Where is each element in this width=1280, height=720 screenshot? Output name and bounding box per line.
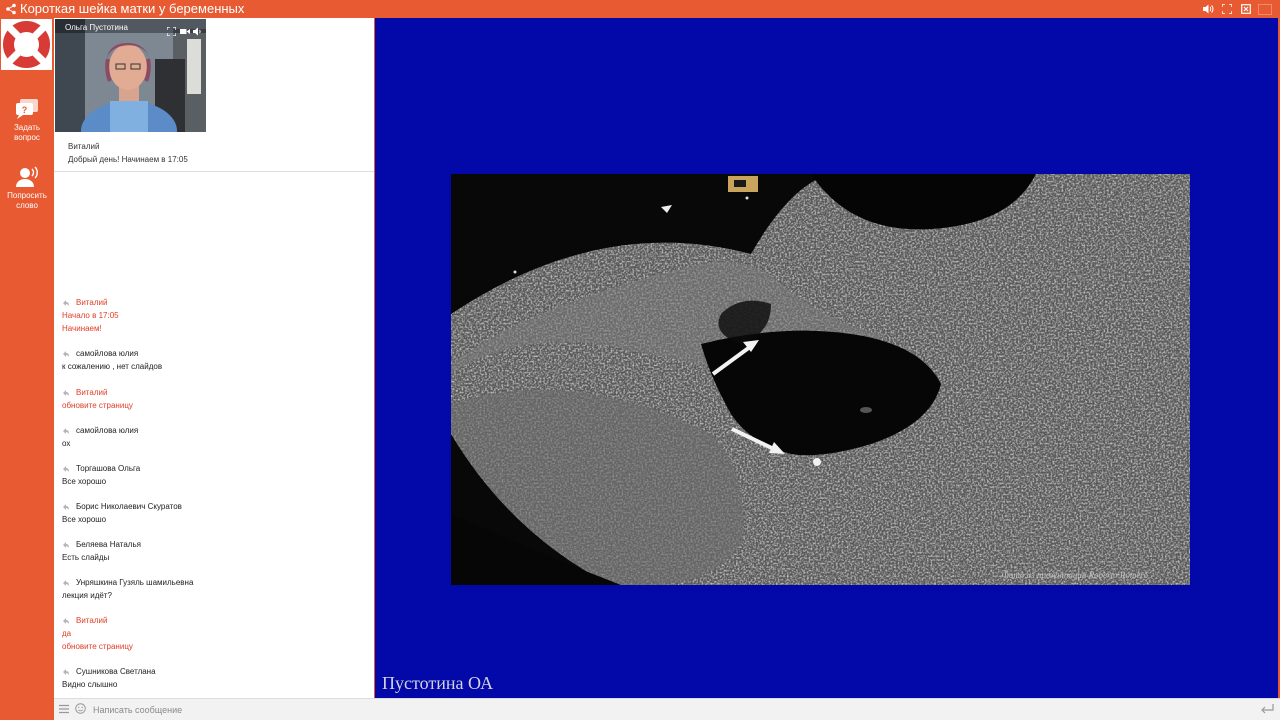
exit-icon[interactable] bbox=[1239, 2, 1253, 16]
presenter-name: Ольга Пустотина bbox=[65, 23, 128, 32]
chat-author: Виталий bbox=[76, 298, 108, 307]
chat-text: обновите страницу bbox=[62, 401, 133, 410]
reply-icon[interactable] bbox=[62, 668, 70, 676]
pinned-text: Добрый день! Начинаем в 17:05 bbox=[68, 155, 188, 164]
chat-message: Виталий Начало в 17:05 Начинаем! bbox=[62, 296, 362, 335]
chat-text: ох bbox=[62, 439, 71, 448]
chat-message-header: самойлова юлия bbox=[62, 347, 362, 360]
chat-text: к сожалению , нет слайдов bbox=[62, 362, 163, 371]
chat-author: Борис Николаевич Скуратов bbox=[76, 502, 182, 511]
reply-icon[interactable] bbox=[62, 427, 70, 435]
chat-text: Начинаем! bbox=[62, 324, 102, 333]
message-input[interactable] bbox=[91, 700, 1245, 720]
message-composer bbox=[54, 698, 1280, 720]
chat-author: Беляева Наталья bbox=[76, 540, 141, 549]
reply-icon[interactable] bbox=[62, 465, 70, 473]
chat-author: Виталий bbox=[76, 616, 108, 625]
chat-message-header: самойлова юлия bbox=[62, 424, 362, 437]
chat-message-header: Унряшкина Гузяль шамильевна bbox=[62, 576, 362, 589]
chat-author: самойлова юлия bbox=[76, 426, 139, 435]
menu-icon[interactable] bbox=[59, 704, 69, 714]
share-icon[interactable] bbox=[5, 3, 17, 15]
ultrasound-picture bbox=[451, 174, 1190, 585]
chat-text: обновите страницу bbox=[62, 642, 133, 651]
fullscreen-small-icon[interactable] bbox=[166, 23, 177, 37]
chat-panel: Ольга Пустотина Виталий Добрый день! Нач… bbox=[54, 18, 374, 698]
chat-message-header: Торгашова Ольга bbox=[62, 462, 362, 475]
chat-message: Беляева Наталья Есть слайды bbox=[62, 538, 362, 564]
chat-message: Унряшкина Гузяль шамильевна лекция идёт? bbox=[62, 576, 362, 602]
chat-message-header: Виталий bbox=[62, 614, 362, 627]
chat-author: самойлова юлия bbox=[76, 349, 139, 358]
chat-text: Все хорошо bbox=[62, 477, 107, 486]
chat-text: Начало в 17:05 bbox=[62, 311, 119, 320]
ultrasound-image: Фото из презентации Roberto Romero bbox=[451, 174, 1190, 585]
chat-message-header: Виталий bbox=[62, 386, 362, 399]
speaker-person-icon bbox=[16, 166, 38, 187]
chat-message-header: Виталий bbox=[62, 296, 362, 309]
photo-credit: Фото из презентации Roberto Romero bbox=[1001, 570, 1148, 580]
chat-message: самойлова юлия ох bbox=[62, 424, 362, 450]
svg-text:?: ? bbox=[22, 105, 28, 115]
chat-text: лекция идёт? bbox=[62, 591, 112, 600]
chat-message: самойлова юлия к сожалению , нет слайдов bbox=[62, 347, 362, 373]
send-icon[interactable] bbox=[1261, 703, 1274, 715]
question-bubble-icon: ? bbox=[16, 99, 38, 119]
fullscreen-icon[interactable] bbox=[1220, 2, 1234, 16]
chat-text: Все хорошо bbox=[62, 515, 107, 524]
divider bbox=[54, 171, 374, 172]
reply-icon[interactable] bbox=[62, 617, 70, 625]
chat-message: Виталий да обновите страницу bbox=[62, 614, 362, 653]
ask-question-label: Задать вопрос bbox=[13, 123, 41, 142]
chat-text: да bbox=[62, 629, 72, 638]
chat-author: Унряшкина Гузяль шамильевна bbox=[76, 578, 194, 587]
window-controls bbox=[1201, 2, 1272, 16]
slide-caption: Пустотина ОА bbox=[382, 673, 494, 693]
sound-icon[interactable] bbox=[193, 23, 202, 36]
reply-icon[interactable] bbox=[62, 503, 70, 511]
chat-author: Виталий bbox=[76, 388, 108, 397]
chat-message: Виталий обновите страницу bbox=[62, 386, 362, 412]
chat-message-header: Беляева Наталья bbox=[62, 538, 362, 551]
chat-text: Есть слайды bbox=[62, 553, 110, 562]
chat-author: Сушникова Светлана bbox=[76, 667, 156, 676]
left-rail: ? Задать вопрос Попросить слово bbox=[0, 18, 54, 720]
pinned-message: Виталий Добрый день! Начинаем в 17:05 bbox=[68, 140, 188, 166]
presenter-video[interactable]: Ольга Пустотина bbox=[55, 19, 206, 132]
pinned-author: Виталий bbox=[68, 142, 100, 151]
reply-icon[interactable] bbox=[62, 389, 70, 397]
ask-question-button[interactable]: ? Задать вопрос bbox=[0, 98, 54, 143]
request-floor-button[interactable]: Попросить слово bbox=[0, 166, 54, 211]
chat-message: Торгашова Ольга Все хорошо bbox=[62, 462, 362, 488]
chat-message: Сушникова Светлана Видно слышно bbox=[62, 665, 362, 691]
reply-icon[interactable] bbox=[62, 541, 70, 549]
emoji-icon[interactable] bbox=[75, 703, 86, 714]
slide-stage: Фото из презентации Roberto Romero Пусто… bbox=[375, 18, 1278, 698]
logo bbox=[1, 19, 52, 70]
volume-icon[interactable] bbox=[1201, 2, 1215, 16]
camera-icon[interactable] bbox=[180, 23, 190, 34]
reply-icon[interactable] bbox=[62, 579, 70, 587]
request-floor-label: Попросить слово bbox=[7, 191, 47, 210]
reply-icon[interactable] bbox=[62, 299, 70, 307]
russian-flag-icon[interactable] bbox=[1258, 3, 1272, 15]
reply-icon[interactable] bbox=[62, 350, 70, 358]
chat-message-header: Сушникова Светлана bbox=[62, 665, 362, 678]
chat-text: Видно слышно bbox=[62, 680, 118, 689]
video-controls bbox=[166, 23, 202, 37]
chat-message: Борис Николаевич Скуратов Все хорошо bbox=[62, 500, 362, 526]
title-bar: Короткая шейка матки у беременных bbox=[0, 0, 1280, 18]
window-title: Короткая шейка матки у беременных bbox=[20, 1, 245, 16]
chat-author: Торгашова Ольга bbox=[76, 464, 141, 473]
chat-message-header: Борис Николаевич Скуратов bbox=[62, 500, 362, 513]
